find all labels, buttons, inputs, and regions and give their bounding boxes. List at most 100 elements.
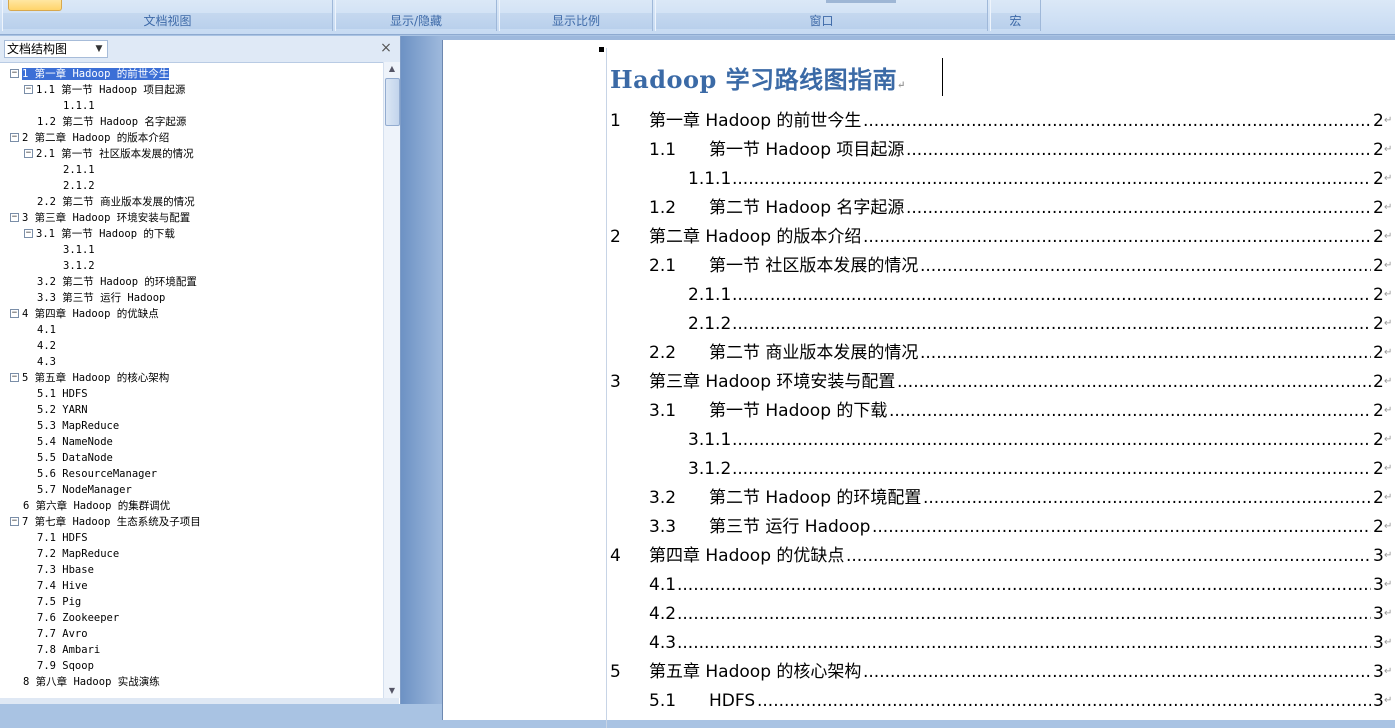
tree-item[interactable]: 4.3: [37, 354, 56, 370]
document-page[interactable]: Hadoop 学习路线图指南↵ 1 第一章 Hadoop 的前世今生.......…: [442, 40, 1395, 728]
collapse-icon[interactable]: −: [10, 516, 19, 526]
toc-entry[interactable]: 2.1.1...................................…: [443, 282, 1395, 308]
tree-item-label: 4.3: [37, 356, 56, 368]
toc-number: 1.2: [649, 198, 677, 218]
tree-item[interactable]: 1.2 第二节 Hadoop 名字起源: [37, 114, 186, 130]
tree-item[interactable]: −5 第五章 Hadoop 的核心架构: [10, 370, 169, 386]
tree-item[interactable]: 1.1.1: [63, 98, 95, 114]
tree-item-label: 3.2 第二节 Hadoop 的环境配置: [37, 276, 197, 288]
collapse-icon[interactable]: −: [24, 228, 33, 238]
toc-entry[interactable]: 5 第五章 Hadoop 的核心架构.......................…: [443, 659, 1395, 685]
tree-item[interactable]: 4.2: [37, 338, 56, 354]
collapse-icon[interactable]: −: [10, 132, 19, 142]
tree-item[interactable]: 8 第八章 Hadoop 实战演练: [23, 674, 160, 690]
ribbon-group-zoom: 显示比例: [499, 0, 653, 31]
tree-item[interactable]: −7 第七章 Hadoop 生态系统及子项目: [10, 514, 201, 530]
collapse-icon[interactable]: −: [24, 148, 33, 158]
document-area[interactable]: Hadoop 学习路线图指南↵ 1 第一章 Hadoop 的前世今生.......…: [401, 36, 1395, 728]
tree-item[interactable]: 7.4 Hive: [37, 578, 88, 594]
toc-number: 1.1.1: [688, 169, 732, 189]
tree-item[interactable]: 3.2 第二节 Hadoop 的环境配置: [37, 274, 197, 290]
tree-item[interactable]: −2.1 第一节 社区版本发展的情况: [24, 146, 194, 162]
paragraph-mark: ↵: [1384, 666, 1393, 677]
chevron-down-icon: ▼: [95, 44, 103, 54]
tree-item[interactable]: −2 第二章 Hadoop 的版本介绍: [10, 130, 169, 146]
nav-vertical-scrollbar[interactable]: ▲ ▼: [383, 62, 400, 698]
tree-item[interactable]: 5.5 DataNode: [37, 450, 113, 466]
toc-entry[interactable]: 3.1 第一节 Hadoop 的下载.......................…: [443, 398, 1395, 424]
toc-leader-dots: ........................................…: [732, 459, 1371, 479]
toc-entry[interactable]: 1.2 第二节 Hadoop 名字起源......................…: [443, 195, 1395, 221]
toc-title: 第一节 社区版本发展的情况: [709, 253, 920, 279]
toc-entry[interactable]: 3.1.2...................................…: [443, 456, 1395, 482]
tree-item[interactable]: 7.8 Ambari: [37, 642, 100, 658]
toc-entry[interactable]: 3.3 第三节 运行 Hadoop........................…: [443, 514, 1395, 540]
toc-entry[interactable]: 4.3.....................................…: [443, 630, 1395, 656]
collapse-icon[interactable]: −: [10, 308, 19, 318]
scroll-thumb[interactable]: [385, 78, 400, 126]
tree-item[interactable]: 6 第六章 Hadoop 的集群调优: [23, 498, 170, 514]
tree-item[interactable]: −3.1 第一节 Hadoop 的下载: [24, 226, 175, 242]
tree-item[interactable]: 3.1.2: [63, 258, 95, 274]
tree-item[interactable]: −4 第四章 Hadoop 的优缺点: [10, 306, 159, 322]
tree-item[interactable]: 7.2 MapReduce: [37, 546, 119, 562]
ribbon-group-document-views: 文档视图: [2, 0, 333, 31]
toc-title: 第五章 Hadoop 的核心架构: [649, 659, 863, 685]
collapse-icon[interactable]: −: [24, 84, 33, 94]
collapse-icon[interactable]: −: [10, 212, 19, 222]
toc-entry[interactable]: 3.1.1...................................…: [443, 427, 1395, 453]
tree-item[interactable]: 7.6 Zookeeper: [37, 610, 119, 626]
tree-item[interactable]: 7.1 HDFS: [37, 530, 88, 546]
toc-entry[interactable]: 2.2 第二节 商业版本发展的情况........................…: [443, 340, 1395, 366]
tree-item[interactable]: −1 第一章 Hadoop 的前世今生: [10, 66, 170, 82]
collapse-icon[interactable]: −: [10, 68, 19, 78]
document-title[interactable]: Hadoop 学习路线图指南↵: [610, 60, 906, 95]
scroll-up-icon[interactable]: ▲: [384, 62, 400, 76]
scroll-down-icon[interactable]: ▼: [384, 684, 400, 698]
window-button-partial[interactable]: [826, 0, 896, 3]
tree-item[interactable]: 3.1.1: [63, 242, 95, 258]
toc-entry[interactable]: 4.1.....................................…: [443, 572, 1395, 598]
tree-item[interactable]: 5.1 HDFS: [37, 386, 88, 402]
toc-number: 4.2: [649, 604, 677, 624]
toc-entry[interactable]: 4 第四章 Hadoop 的优缺点........................…: [443, 543, 1395, 569]
tree-item-label: 5 第五章 Hadoop 的核心架构: [22, 372, 170, 384]
toc-entry[interactable]: 2.1.2...................................…: [443, 311, 1395, 337]
pane-type-dropdown[interactable]: 文档结构图 ▼: [4, 40, 108, 58]
tree-item[interactable]: 3.3 第三节 运行 Hadoop: [37, 290, 165, 306]
tree-item[interactable]: 5.4 NameNode: [37, 434, 113, 450]
toc-entry[interactable]: 2.1 第一节 社区版本发展的情况........................…: [443, 253, 1395, 279]
toc-entry[interactable]: 5.1 HDFS.................................…: [443, 688, 1395, 714]
tree-item[interactable]: 7.3 Hbase: [37, 562, 94, 578]
close-icon[interactable]: ×: [378, 40, 394, 56]
tree-item[interactable]: 4.1: [37, 322, 56, 338]
toc-entry[interactable]: 1.1 第一节 Hadoop 项目起源......................…: [443, 137, 1395, 163]
tree-item[interactable]: −1.1 第一节 Hadoop 项目起源: [24, 82, 185, 98]
toc-entry[interactable]: 2 第二章 Hadoop 的版本介绍.......................…: [443, 224, 1395, 250]
nav-horizontal-scrollbar[interactable]: [0, 698, 399, 704]
toc-title: 第二章 Hadoop 的版本介绍: [649, 224, 863, 250]
toc-entry[interactable]: 4.2.....................................…: [443, 601, 1395, 627]
tree-item[interactable]: 5.6 ResourceManager: [37, 466, 157, 482]
tree-item[interactable]: 5.3 MapReduce: [37, 418, 119, 434]
tree-item[interactable]: 2.1.2: [63, 178, 95, 194]
tree-item-label: 7.3 Hbase: [37, 564, 94, 576]
toc-entry[interactable]: 3.2 第二节 Hadoop 的环境配置.....................…: [443, 485, 1395, 511]
tree-item[interactable]: 2.2 第二节 商业版本发展的情况: [37, 194, 195, 210]
toc-entry[interactable]: 3 第三章 Hadoop 环境安装与配置.....................…: [443, 369, 1395, 395]
tree-item[interactable]: 7.5 Pig: [37, 594, 81, 610]
tree-item[interactable]: 7.9 Sqoop: [37, 658, 94, 674]
tree-item-label: 5.2 YARN: [37, 404, 88, 416]
toc-leader-dots: ........................................…: [732, 314, 1371, 334]
collapse-icon[interactable]: −: [10, 372, 19, 382]
tree-item[interactable]: 2.1.1: [63, 162, 95, 178]
paragraph-mark: ↵: [1384, 695, 1393, 706]
toc-entry[interactable]: 1.1.1...................................…: [443, 166, 1395, 192]
tree-item[interactable]: 5.7 NodeManager: [37, 482, 132, 498]
tree-item-label: 3 第三章 Hadoop 环境安装与配置: [22, 212, 191, 224]
toc-title: 第一节 Hadoop 项目起源: [709, 137, 906, 163]
tree-item[interactable]: −3 第三章 Hadoop 环境安装与配置: [10, 210, 190, 226]
toc-entry[interactable]: 1 第一章 Hadoop 的前世今生.......................…: [443, 108, 1395, 134]
tree-item[interactable]: 5.2 YARN: [37, 402, 88, 418]
tree-item[interactable]: 7.7 Avro: [37, 626, 88, 642]
